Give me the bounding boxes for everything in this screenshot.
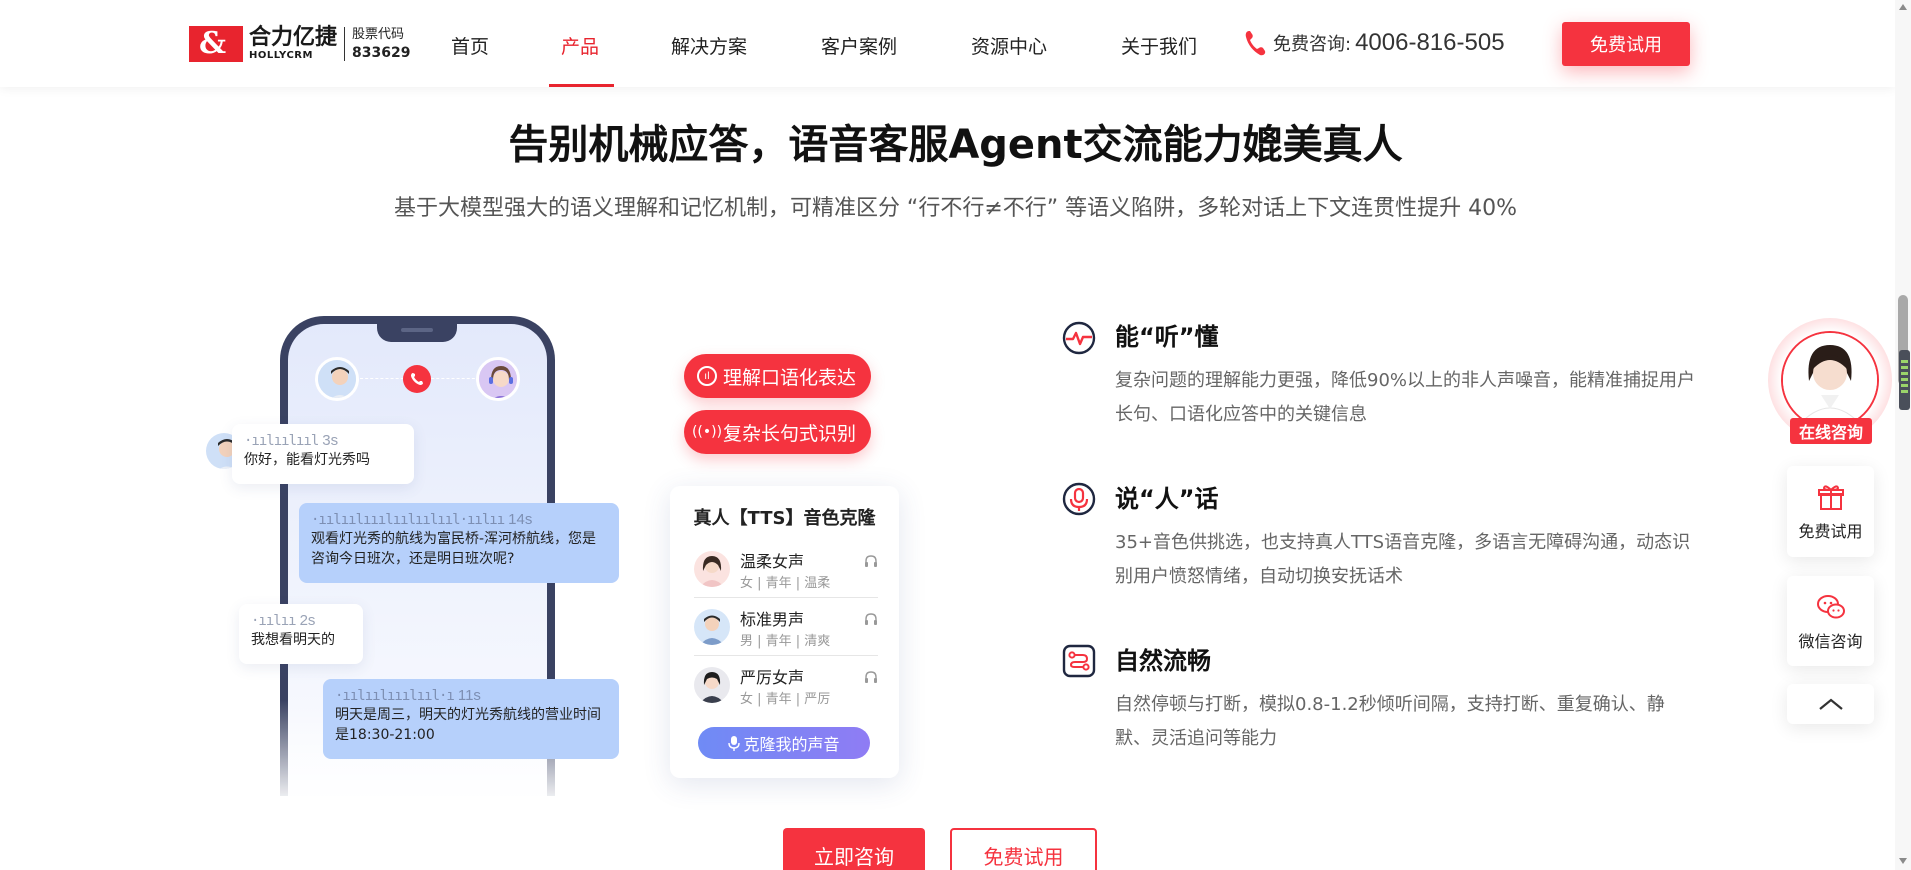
phone-number: 4006-816-505 xyxy=(1355,29,1505,56)
microphone-icon xyxy=(1062,482,1096,516)
logo-divider xyxy=(344,27,346,61)
voice-avatar xyxy=(694,551,730,587)
wechat-icon xyxy=(1816,595,1845,619)
heartbeat-ear-icon xyxy=(1062,321,1096,355)
nav-active-indicator xyxy=(549,84,614,87)
headphones-icon[interactable] xyxy=(864,554,878,568)
online-consult-label: 在线咨询 xyxy=(1790,418,1872,444)
voice-avatar xyxy=(694,667,730,703)
side-level-meter-icon xyxy=(1899,350,1910,410)
agent-avatar xyxy=(476,357,520,401)
page-scrollbar[interactable] xyxy=(1895,0,1911,870)
headphones-icon[interactable] xyxy=(864,612,878,626)
flow-icon xyxy=(1062,644,1096,678)
nav-resources[interactable]: 资源中心 xyxy=(971,32,1047,59)
voice-name: 严厉女声 xyxy=(740,668,805,687)
nav-solutions[interactable]: 解决方案 xyxy=(671,32,747,59)
float-trial[interactable]: 免费试用 xyxy=(1787,466,1874,557)
voice-avatar xyxy=(694,609,730,645)
stock-label: 股票代码 xyxy=(352,27,405,42)
hangup-icon xyxy=(403,365,431,393)
chat-message-agent-2: ·ıılıılııılııl·ı 11s 明天是周三，明天的灯光秀航线的营业时间是… xyxy=(323,679,619,759)
nav-cases[interactable]: 客户案例 xyxy=(821,32,897,59)
float-wechat[interactable]: 微信咨询 xyxy=(1787,576,1874,666)
nav-products[interactable]: 产品 xyxy=(561,32,599,59)
voice-name: 标准男声 xyxy=(740,610,805,629)
broadcast-icon: ((•)) xyxy=(691,424,723,440)
feature-desc-listen: 复杂问题的理解能力更强，降低90%以上的非人声噪音，能精准捕捉用户长句、口语化应… xyxy=(1115,370,1696,425)
gift-icon xyxy=(1817,485,1844,510)
voice-option[interactable]: 标准男声 男 | 青年 | 清爽 xyxy=(694,606,878,658)
voice-card-title: 真人【TTS】音色克隆 xyxy=(693,508,876,529)
consultant-avatar xyxy=(1781,331,1879,429)
page: & 合力亿捷 HOLLYCRM 股票代码 833629 首页 产品 解决方案 客… xyxy=(0,0,1911,870)
stock-code: 833629 xyxy=(352,45,411,61)
nav-about[interactable]: 关于我们 xyxy=(1121,32,1197,59)
voice-tags: 女 | 青年 | 严厉 xyxy=(740,692,831,707)
waveform-icon: ıl xyxy=(697,366,717,386)
logo-brand-cn: 合力亿捷 xyxy=(249,25,338,50)
headphones-icon[interactable] xyxy=(864,670,878,684)
scroll-up-arrow-icon[interactable] xyxy=(1899,4,1907,10)
chevron-up-icon xyxy=(1818,698,1843,710)
consult-now-button[interactable]: 立即咨询 xyxy=(783,828,925,870)
hero-title: 告别机械应答，语音客服Agent交流能力媲美真人 xyxy=(508,122,1403,168)
hotline[interactable]: 免费咨询: 4006-816-505 xyxy=(1243,29,1505,57)
hero-subtitle: 基于大模型强大的语义理解和记忆机制，可精准区分 “行不行≠不行” 等语义陷阱，多… xyxy=(393,196,1518,221)
scroll-down-arrow-icon[interactable] xyxy=(1899,858,1907,864)
voice-name: 温柔女声 xyxy=(740,552,805,571)
logo-brand-en: HOLLYCRM xyxy=(249,50,313,61)
header-trial-button[interactable]: 免费试用 xyxy=(1562,22,1690,66)
clone-voice-button[interactable]: 克隆我的声音 xyxy=(698,727,870,759)
voice-tags: 男 | 青年 | 清爽 xyxy=(740,634,831,649)
chat-message-user-2: ·ıılıı 2s 我想看明天的 xyxy=(239,604,363,664)
feature-title-speak: 说“人”话 xyxy=(1115,485,1219,513)
microphone-icon xyxy=(728,736,741,751)
chat-message-user-1: ·ıılıılııl 3s 你好，能看灯光秀吗 xyxy=(232,424,414,484)
top-header: & 合力亿捷 HOLLYCRM 股票代码 833629 首页 产品 解决方案 客… xyxy=(0,0,1895,87)
phone-label: 免费咨询: xyxy=(1273,34,1352,55)
pill-colloquial: ıl 理解口语化表达 xyxy=(684,354,872,398)
voice-tags: 女 | 青年 | 温柔 xyxy=(740,576,831,591)
phone-notch xyxy=(377,324,457,342)
logo[interactable]: & 合力亿捷 HOLLYCRM 股票代码 833629 xyxy=(189,25,410,63)
feature-desc-natural: 自然停顿与打断，模拟0.8-1.2秒倾听间隔，支持打断、重复确认、静默、灵活追问… xyxy=(1115,694,1665,749)
voice-option[interactable]: 温柔女声 女 | 青年 | 温柔 xyxy=(694,548,878,600)
nav-home[interactable]: 首页 xyxy=(451,32,489,59)
voice-clone-card: 真人【TTS】音色克隆 温柔女声 女 | 青年 | 温柔 标准男声 男 | 青年… xyxy=(670,486,899,778)
feature-title-natural: 自然流畅 xyxy=(1115,647,1211,675)
feature-desc-speak: 35+音色供挑选，也支持真人TTS语音克隆，多语言无障碍沟通，动态识别用户愤怒情… xyxy=(1115,532,1691,587)
chat-message-agent-1: ·ıılıılııılıılıılııl·ıılıı 14s 观看灯光秀的航线为富… xyxy=(299,503,619,583)
back-to-top-button[interactable] xyxy=(1787,684,1874,724)
online-consult-widget[interactable]: 在线咨询 xyxy=(1768,318,1892,448)
free-trial-button[interactable]: 免费试用 xyxy=(950,828,1097,870)
feature-title-listen: 能“听”懂 xyxy=(1115,323,1219,351)
phone-icon xyxy=(1245,31,1266,56)
caller-avatar xyxy=(315,357,359,401)
logo-mark-icon: & xyxy=(189,26,243,62)
pill-long-sentence: ((•)) 复杂长句式识别 xyxy=(684,410,872,454)
voice-option[interactable]: 严厉女声 女 | 青年 | 严厉 xyxy=(694,664,878,716)
call-header xyxy=(315,357,520,401)
